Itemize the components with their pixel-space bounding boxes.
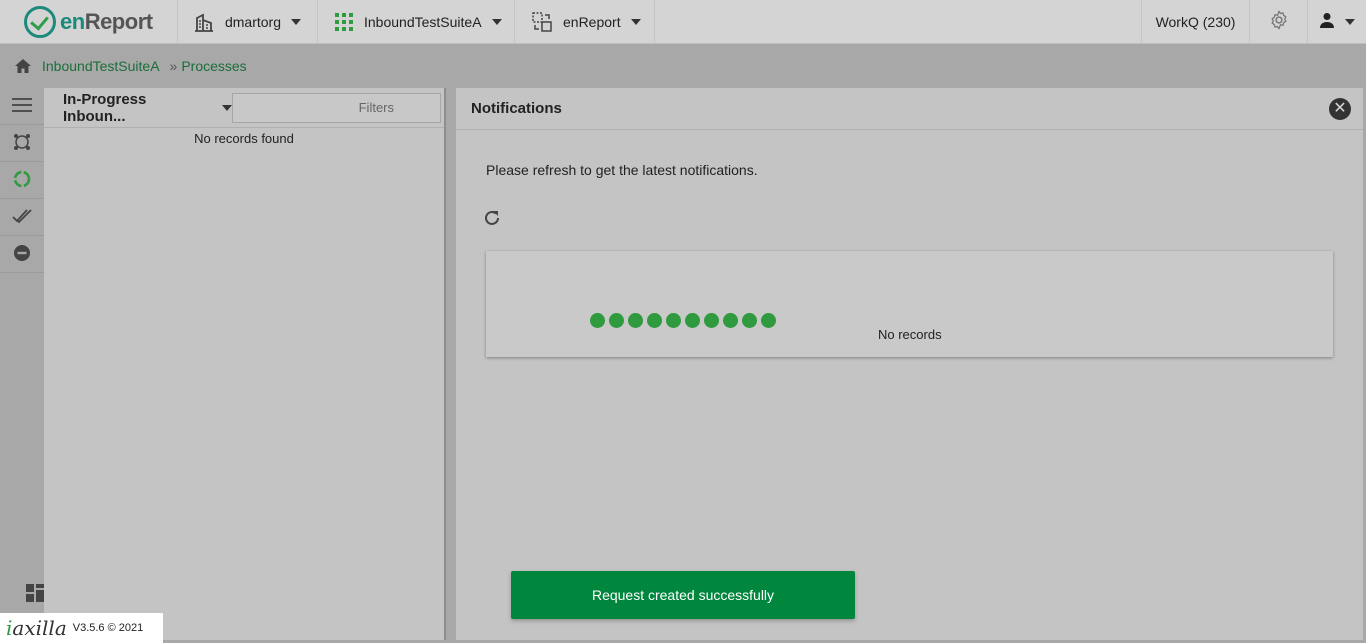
empty-state: No records found <box>194 131 294 146</box>
list-view-selector[interactable]: In-Progress Inboun... <box>44 91 232 125</box>
loading-dot <box>723 313 738 328</box>
rail-processes-button[interactable] <box>0 125 44 162</box>
chevron-down-icon <box>1345 18 1355 25</box>
app-selector[interactable]: InboundTestSuiteA <box>318 0 515 43</box>
chevron-down-icon <box>630 18 641 25</box>
rail-cancelled-button[interactable] <box>0 236 44 273</box>
org-selector[interactable]: dmartorg <box>178 0 318 43</box>
loading-dot <box>704 313 719 328</box>
list-header: In-Progress Inboun... Filters <box>44 88 444 128</box>
settings-button[interactable] <box>1250 0 1308 43</box>
loading-dot <box>742 313 757 328</box>
module-switch-icon <box>531 11 553 33</box>
toast-message: Request created successfully <box>591 587 775 603</box>
home-icon[interactable] <box>14 58 32 74</box>
org-label: dmartorg <box>224 13 281 30</box>
loading-dot <box>590 313 605 328</box>
rail-inprogress-button[interactable] <box>0 162 44 199</box>
version-label: V3.5.6 © 2021 <box>72 622 144 634</box>
refresh-icon[interactable] <box>482 208 502 228</box>
user-menu[interactable] <box>1308 0 1366 43</box>
menu-icon <box>12 97 32 115</box>
loading-circle-icon <box>13 170 31 191</box>
notifications-panel: Notifications ✕ Please refresh to get th… <box>456 88 1363 640</box>
left-rail <box>0 88 44 643</box>
chevron-down-icon <box>291 18 301 25</box>
loading-dot <box>685 313 700 328</box>
minus-circle-icon <box>13 244 31 265</box>
app-label: InboundTestSuiteA <box>364 13 482 30</box>
menu-toggle-button[interactable] <box>0 88 44 125</box>
logo-text: enReport <box>60 8 153 34</box>
loading-indicator <box>590 313 776 328</box>
brand-logo: iaxilla <box>6 616 67 640</box>
app-logo[interactable]: enReport <box>0 0 178 43</box>
breadcrumb-item-processes[interactable]: Processes <box>181 58 246 74</box>
loading-dot <box>666 313 681 328</box>
footer-badge: iaxilla V3.5.6 © 2021 <box>0 613 163 643</box>
success-toast[interactable]: Request created successfully <box>511 571 855 619</box>
loading-dot <box>647 313 662 328</box>
filters-input[interactable]: Filters <box>232 92 441 123</box>
list-title: In-Progress Inboun... <box>63 90 147 125</box>
filters-placeholder: Filters <box>358 100 394 115</box>
loading-dot <box>628 313 643 328</box>
loading-dot <box>609 313 624 328</box>
gear-icon <box>1268 9 1290 34</box>
user-icon <box>1319 12 1335 31</box>
check-icon <box>12 208 32 227</box>
topbar-spacer <box>655 0 1142 43</box>
notifications-header: Notifications ✕ <box>456 88 1363 130</box>
panel-title: Notifications <box>471 100 562 117</box>
dashboard-icon[interactable] <box>26 584 44 605</box>
top-bar: enReport dmartorg InboundTestSuiteA enRe… <box>0 0 1366 44</box>
breadcrumb-separator: » <box>169 58 178 74</box>
loading-dot <box>761 313 776 328</box>
building-icon <box>194 11 215 33</box>
logo-check-icon <box>24 5 56 38</box>
module-label: enReport <box>563 13 621 30</box>
refresh-message: Please refresh to get the latest notific… <box>486 162 758 178</box>
rail-completed-button[interactable] <box>0 199 44 236</box>
workq-button[interactable]: WorkQ (230) <box>1142 0 1250 43</box>
breadcrumb: InboundTestSuiteA » Processes <box>0 44 1366 88</box>
apps-grid-icon <box>334 11 354 33</box>
close-icon[interactable]: ✕ <box>1329 97 1351 120</box>
module-selector[interactable]: enReport <box>515 0 655 43</box>
notifications-card: No records <box>486 251 1333 357</box>
workq-label: WorkQ (230) <box>1155 13 1236 30</box>
breadcrumb-item-app[interactable]: InboundTestSuiteA <box>42 58 160 74</box>
process-icon <box>13 133 31 154</box>
chevron-down-icon <box>491 18 502 25</box>
empty-state: No records <box>878 327 942 342</box>
chevron-down-icon <box>222 104 232 111</box>
process-list-panel: In-Progress Inboun... Filters No records… <box>44 88 446 640</box>
